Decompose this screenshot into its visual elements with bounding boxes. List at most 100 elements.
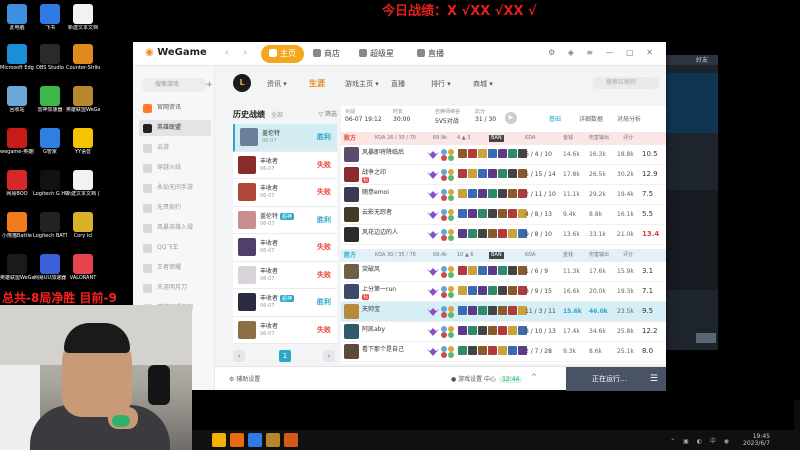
player-name[interactable]: 风暴即将降临后 xyxy=(362,147,404,156)
player-row[interactable]: 天帅宝 11 / 3 / 11 15.6k 46.0k 23.5k 9.5 xyxy=(341,302,666,322)
replay-play-icon[interactable]: ▶ xyxy=(505,112,517,124)
sidebar-game-item[interactable]: 永劫无间手游 xyxy=(139,180,211,196)
window-controls[interactable]: ⚙ ◈ ≡ — ▢ ✕ xyxy=(548,48,658,57)
pager-prev-button[interactable]: ‹ xyxy=(233,350,245,362)
top-tab[interactable]: 商店 xyxy=(305,45,348,63)
player-row[interactable]: 阿凯aby 8 / 10 / 13 17.4k 34.6k 25.8k 12.2 xyxy=(341,322,666,342)
expand-caret-icon[interactable]: ^ xyxy=(531,373,537,381)
match-meta-label: 召唤师峡谷 xyxy=(435,109,461,115)
top-tab[interactable]: 超级星 xyxy=(351,45,402,63)
desktop-icon[interactable]: Logitech BATTLEFIE... xyxy=(33,210,67,250)
player-name[interactable]: 云影无踪者 xyxy=(362,207,392,216)
player-row[interactable]: 上分第一run 钻 8 / 9 / 15 16.6k 20.0k 19.3k 7.1 xyxy=(341,282,666,302)
sidebar-game-item[interactable]: 王者荣耀 xyxy=(139,260,211,276)
pager-next-button[interactable]: › xyxy=(323,350,335,362)
match-list-item[interactable]: 丰收者 06-07 失败 xyxy=(233,151,337,179)
sidebar-game-item[interactable]: 云游 xyxy=(139,140,211,156)
sidebar-game-item[interactable]: 天涯明月刀 xyxy=(139,280,211,296)
detail-tab[interactable]: 详细数据 xyxy=(579,114,603,123)
match-list-item[interactable]: 盖伦特 06-07 胜利 xyxy=(233,124,337,152)
desktop-icon[interactable]: VALORANT xyxy=(66,252,100,292)
top-tab[interactable]: 主页 xyxy=(261,45,304,63)
summoner-search-input[interactable]: 搜索召唤师 xyxy=(592,77,660,89)
sidebar-game-item[interactable]: 无畏契约 xyxy=(139,200,211,216)
desktop-icon[interactable]: 英雄联盟WeGame xyxy=(0,252,34,292)
detail-tab[interactable]: 对局分析 xyxy=(617,114,641,123)
desktop-icon[interactable]: 雷神加速器 xyxy=(33,84,67,124)
player-row[interactable]: 风暴即将降临后 6 / 4 / 10 14.6k 16.3k 18.8k 10.5 xyxy=(341,145,666,165)
sidebar-game-item[interactable]: 英雄联盟 xyxy=(139,120,211,136)
desktop-icon[interactable]: 新建文本文档 (2) xyxy=(66,168,100,208)
desktop-icon[interactable]: G管家 xyxy=(33,126,67,166)
desktop-icon[interactable]: 飞书 xyxy=(33,2,67,42)
top-tab[interactable]: 直播 xyxy=(409,45,452,63)
desktop-icon[interactable]: 网易UU加速器 xyxy=(33,252,67,292)
desktop-icon[interactable]: 小熊猫Battle xyxy=(0,210,34,250)
app-task-icon[interactable] xyxy=(284,433,298,447)
tray-icons[interactable]: ⌃ ▣ ◐ 中 ◉ xyxy=(670,436,732,445)
game-nav-item[interactable]: 直播 xyxy=(391,79,405,89)
desktop-icon[interactable]: Microsoft Edge xyxy=(0,42,34,82)
lol-logo-icon[interactable]: L xyxy=(233,74,251,92)
match-history-subtitle[interactable]: 全部 xyxy=(271,112,283,119)
desktop-icon[interactable]: 网易BOO xyxy=(0,168,34,208)
clock[interactable]: 19:45 2023/6/7 xyxy=(743,433,770,447)
player-name[interactable]: 阿凯aby xyxy=(362,324,385,333)
player-name[interactable]: 战争之印 xyxy=(362,167,386,176)
desktop-icon[interactable]: OBS Studio xyxy=(33,42,67,82)
player-name[interactable]: 随意emoi xyxy=(362,187,389,196)
pager-current[interactable]: 1 xyxy=(279,350,291,362)
desktop-icon[interactable]: 此电脑 xyxy=(0,2,34,42)
match-meta-label: 对战 xyxy=(345,109,356,115)
player-name[interactable]: 风花边边的人 xyxy=(362,227,398,236)
match-list: 盖伦特 06-07 胜利 丰收者 06-07 失败 丰收者 06-07 失败 盖伦特 超神 06-07… xyxy=(233,124,337,344)
desktop-icon[interactable]: YY语音 xyxy=(66,126,100,166)
detail-tab[interactable]: 基础 xyxy=(549,114,561,123)
sidebar-game-item[interactable]: 穿越火线 xyxy=(139,160,211,176)
player-row[interactable]: 突破风 1 / 6 / 9 11.3k 17.6k 15.9k 3.1 xyxy=(341,262,666,282)
player-row[interactable]: 随意emoi 2 / 11 / 10 11.1k 29.2k 19.4k 7.5 xyxy=(341,185,666,205)
match-list-item[interactable]: 盖伦特 超神 06-07 胜利 xyxy=(233,206,337,234)
match-filter-button[interactable]: ▽ 筛选 xyxy=(318,106,337,124)
game-nav-item[interactable]: 商城 ▾ xyxy=(473,79,493,89)
desktop-icon[interactable]: Counter-Strike Global Offe... xyxy=(66,42,100,82)
sidebar-game-item[interactable]: 风暴英雄入侵 xyxy=(139,220,211,236)
match-list-item[interactable]: 丰收者 06-07 失败 xyxy=(233,234,337,262)
desktop-icon[interactable]: wegame-英雄联盟 xyxy=(0,126,34,166)
player-row[interactable]: 战争之印钻 5 / 15 / 14 17.8k 26.5k 30.2k 12.9 xyxy=(341,165,666,185)
player-name[interactable]: 天帅宝 xyxy=(362,304,380,313)
search-task-icon[interactable] xyxy=(248,433,262,447)
menu-icon[interactable]: ☰ xyxy=(650,367,658,391)
player-row[interactable]: 云影无踪者 4 / 8 / 13 9.4k 8.8k 16.1k 5.5 xyxy=(341,205,666,225)
add-game-icon[interactable]: + xyxy=(205,78,213,92)
sidebar-search[interactable]: 搜索游戏 + xyxy=(141,78,213,92)
player-name[interactable]: 上分第一run xyxy=(362,284,396,293)
wegame-task-icon[interactable] xyxy=(230,433,244,447)
game-nav-item[interactable]: 资讯 ▾ xyxy=(267,79,287,89)
game-nav-item[interactable]: 排行 ▾ xyxy=(431,79,451,89)
wegame-logo[interactable]: ◉ WeGame xyxy=(145,47,207,58)
game-nav-item[interactable]: 游戏主页 ▾ xyxy=(345,79,379,89)
desktop-icon[interactable]: 回收站 xyxy=(0,84,34,124)
sidebar-game-item[interactable]: 官网资讯 xyxy=(139,100,211,116)
match-list-item[interactable]: 丰收者 06-07 失败 xyxy=(233,179,337,207)
game-nav-item[interactable]: 生涯 xyxy=(309,78,325,89)
player-row[interactable]: 风花边边的人 9 / 8 / 10 13.6k 33.1k 21.0k 13.4 xyxy=(341,225,666,245)
match-list-item[interactable]: 丰收者 06-07 失败 xyxy=(233,261,337,289)
friends-panel-button[interactable] xyxy=(696,333,716,343)
game-running-status[interactable]: 正在运行… ☰ xyxy=(566,367,666,391)
desktop-icon[interactable]: 新建文本文档 xyxy=(66,2,100,42)
desktop-icon[interactable]: Cory lcl xyxy=(66,210,100,250)
desktop-icon[interactable]: 英雄联盟WeGame版 xyxy=(66,84,100,124)
sidebar-game-item[interactable]: QQ飞车 xyxy=(139,240,211,256)
game-settings-tip[interactable]: ● 游戏设置 中心 12:44 xyxy=(451,374,523,383)
desktop-icon[interactable]: Logitech G HUB xyxy=(33,168,67,208)
player-name[interactable]: 突破风 xyxy=(362,264,380,273)
match-list-item[interactable]: 丰收者 06-07 失败 xyxy=(233,316,337,344)
match-list-item[interactable]: 丰收者 超神 06-07 胜利 xyxy=(233,289,337,317)
file-explorer-icon[interactable] xyxy=(212,433,226,447)
player-name[interactable]: 看下那个是自己 xyxy=(362,344,404,353)
assist-settings-button[interactable]: ⚙ 辅助设置 xyxy=(229,374,260,383)
player-row[interactable]: 看下那个是自己 2 / 7 / 28 9.3k 8.6k 25.1k 8.0 xyxy=(341,342,666,362)
lol-task-icon[interactable] xyxy=(266,433,280,447)
